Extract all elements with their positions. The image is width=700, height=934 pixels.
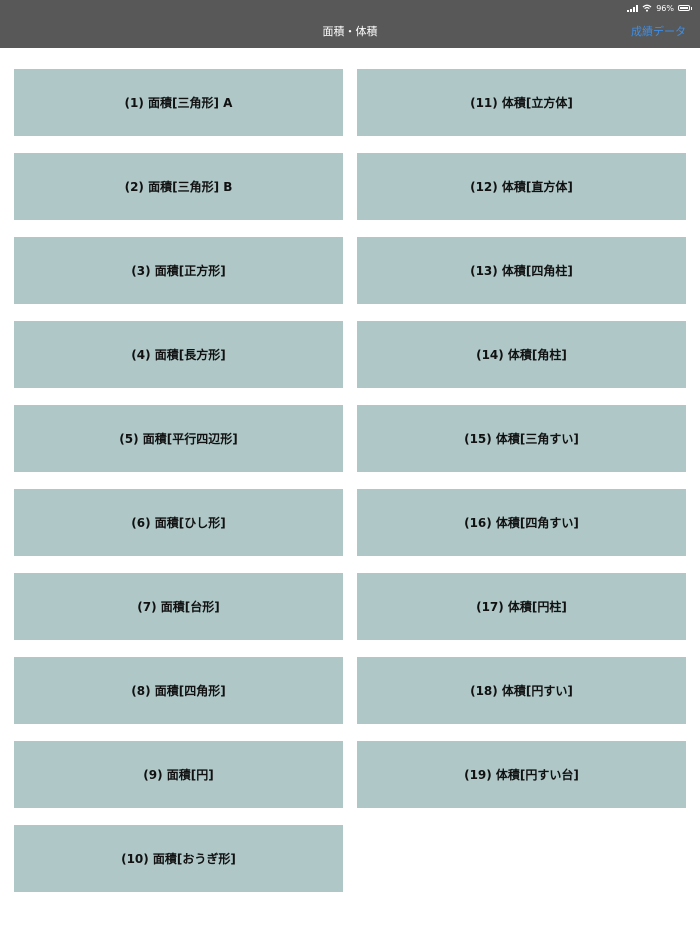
status-bar: 96% [627,2,692,14]
battery-icon [678,5,692,11]
battery-percent: 96% [656,3,674,13]
wifi-icon [642,4,652,12]
menu-tile-10[interactable]: (10) 面積[おうぎ形] [14,825,343,892]
menu-tile-5[interactable]: (5) 面積[平行四辺形] [14,405,343,472]
menu-tile-1[interactable]: (1) 面積[三角形] A [14,69,343,136]
menu-tile-13[interactable]: (13) 体積[四角柱] [357,237,686,304]
cellular-signal-icon [627,4,639,12]
menu-tile-11[interactable]: (11) 体積[立方体] [357,69,686,136]
menu-tile-12[interactable]: (12) 体積[直方体] [357,153,686,220]
menu-grid: (1) 面積[三角形] A (2) 面積[三角形] B (3) 面積[正方形] … [14,69,686,892]
menu-tile-15[interactable]: (15) 体積[三角すい] [357,405,686,472]
page-title: 面積・体積 [322,25,378,38]
battery-level-fill [680,7,688,9]
navigation-bar: 96% 面積・体積 成績データ [0,0,700,48]
menu-tile-19[interactable]: (19) 体積[円すい台] [357,741,686,808]
menu-tile-4[interactable]: (4) 面積[長方形] [14,321,343,388]
menu-tile-14[interactable]: (14) 体積[角柱] [357,321,686,388]
menu-tile-2[interactable]: (2) 面積[三角形] B [14,153,343,220]
menu-tile-6[interactable]: (6) 面積[ひし形] [14,489,343,556]
menu-tile-9[interactable]: (9) 面積[円] [14,741,343,808]
menu-tile-3[interactable]: (3) 面積[正方形] [14,237,343,304]
score-data-button[interactable]: 成績データ [631,23,686,39]
menu-tile-8[interactable]: (8) 面積[四角形] [14,657,343,724]
menu-tile-17[interactable]: (17) 体積[円柱] [357,573,686,640]
menu-tile-16[interactable]: (16) 体積[四角すい] [357,489,686,556]
menu-tile-7[interactable]: (7) 面積[台形] [14,573,343,640]
menu-tile-18[interactable]: (18) 体積[円すい] [357,657,686,724]
